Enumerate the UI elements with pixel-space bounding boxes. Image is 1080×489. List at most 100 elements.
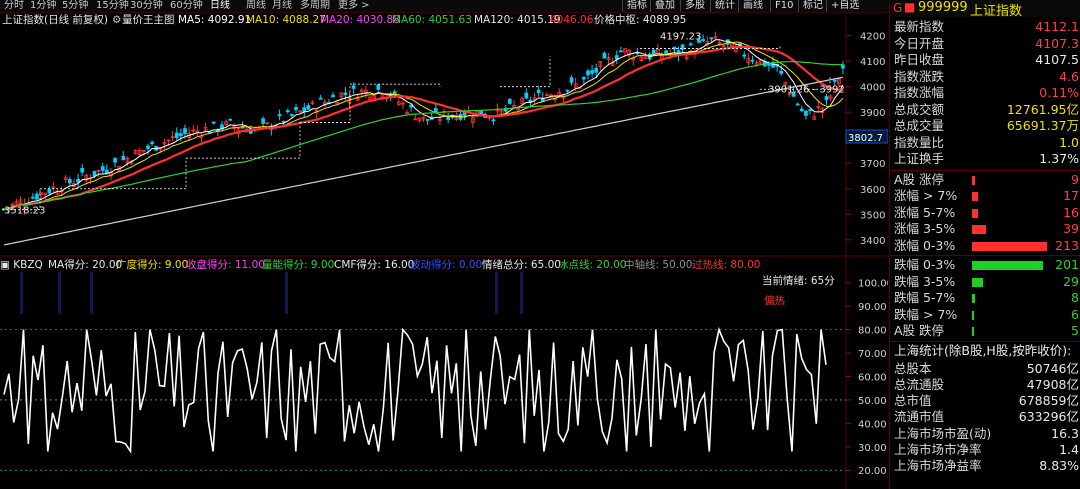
candle-body xyxy=(335,102,339,104)
sub-tick-label: 30.00 xyxy=(858,443,887,454)
market-row-6-value: 8.83% xyxy=(1039,458,1079,474)
up-bar xyxy=(972,225,986,234)
candle-body xyxy=(832,79,837,82)
candle-body xyxy=(824,96,829,101)
stat-row-0: 最新指数 4112.1 xyxy=(894,19,1080,35)
up-row-4-label: 涨幅 0-3% xyxy=(894,237,956,253)
sub-tick-label: 70.00 xyxy=(858,349,887,360)
candle-body xyxy=(508,99,512,104)
candle-body xyxy=(179,133,183,137)
market-row-2-value: 678859亿 xyxy=(1018,393,1079,409)
down-bar xyxy=(972,294,975,303)
sub-item-4: CMF得分: 16.00 xyxy=(334,259,415,271)
down-row-1-label: 跌幅 3-5% xyxy=(894,273,956,289)
market-row-0-label: 总股本 xyxy=(894,360,932,376)
sub-item-0: MA得分: 20.00 xyxy=(48,259,123,271)
stat-row-4-value: 0.11% xyxy=(1039,85,1079,100)
candle-body xyxy=(211,121,216,124)
down-row-4-label: A股 跌停 xyxy=(894,323,945,338)
hot-bar xyxy=(520,272,523,314)
candle-body xyxy=(433,108,438,113)
sub-item-6: 情绪总分: 65.00 xyxy=(482,259,561,271)
up-bar xyxy=(972,175,975,185)
market-row-3-label: 流通市值 xyxy=(894,409,945,425)
candle-body xyxy=(318,97,323,100)
candle-body xyxy=(582,77,586,80)
sub-item-2: 收盘得分: 11.00 xyxy=(186,259,265,271)
candle-body xyxy=(105,169,109,174)
candle-body xyxy=(376,84,381,90)
stat-row-1-label: 今日开盘 xyxy=(894,35,945,51)
down-bar xyxy=(972,327,974,336)
up-row-1-value: 17 xyxy=(1063,188,1079,203)
candle-body xyxy=(779,70,784,74)
ma5-line xyxy=(4,39,844,210)
candle-body xyxy=(750,59,755,62)
up-row-4-value: 213 xyxy=(1055,237,1079,253)
up-row-1-label: 涨幅 > 7% xyxy=(894,188,958,203)
candle-body xyxy=(688,43,693,46)
candle-body xyxy=(146,145,150,149)
sub-item-8: 中轴线: 50.00 xyxy=(624,259,693,271)
candle-body xyxy=(619,50,623,53)
candle-body xyxy=(228,118,233,121)
range-annotation: 3901.26 - 3992 xyxy=(768,85,845,96)
quote-header: G ■ 999999 上证指数 xyxy=(890,0,1080,19)
stat-row-6: 总成交量 65691.37万 xyxy=(894,118,1080,134)
candle-body xyxy=(183,128,187,134)
candle-body xyxy=(290,113,294,116)
market-row-1: 总流通股 47908亿 xyxy=(894,377,1080,393)
sub-item-7: 冰点线: 20.00 xyxy=(558,259,627,271)
market-row-1-label: 总流通股 xyxy=(894,376,945,392)
sub-item-1: 广度得分: 9.00 xyxy=(116,259,189,271)
candle-body xyxy=(294,106,298,111)
hot-bar xyxy=(495,272,498,314)
ma120-line xyxy=(3,76,844,246)
price-tick-label: 3500 xyxy=(860,210,885,221)
candle-body xyxy=(795,103,800,106)
group-icon: G xyxy=(893,1,903,15)
candle-body xyxy=(100,166,105,171)
market-row-4-value: 16.3 xyxy=(1051,425,1079,441)
candle-body xyxy=(799,108,804,112)
market-row-2-label: 总市值 xyxy=(894,393,932,409)
sub-tick-label: 80.00 xyxy=(858,326,887,337)
market-section-title: 上海统计(除B股,H股,按昨收价): xyxy=(894,342,1072,358)
sub-tick-label: 90.00 xyxy=(858,302,887,313)
stat-row-8: 上证换手 1.37% xyxy=(894,151,1080,167)
stat-row-2: 昨日收盘 4107.5 xyxy=(894,52,1080,68)
up-row-3-label: 涨幅 3-5% xyxy=(894,221,956,236)
stat-row-5-value: 12761.95亿 xyxy=(1006,101,1079,117)
down-row-4-value: 5 xyxy=(1071,323,1079,338)
stat-row-2-value: 4107.5 xyxy=(1035,52,1079,67)
candle-body xyxy=(248,130,253,134)
sub-item-3: 量能得分: 9.00 xyxy=(262,259,335,271)
candle-body xyxy=(651,49,656,55)
market-row-1-value: 47908亿 xyxy=(1026,376,1079,392)
current-price-tag-text: 3802.7 xyxy=(848,133,883,144)
candle-body xyxy=(804,110,808,116)
candles xyxy=(2,31,845,216)
divider xyxy=(890,340,1080,342)
stat-row-4: 指数涨幅 0.11% xyxy=(894,85,1080,101)
candle-body xyxy=(491,119,496,122)
hot-bar xyxy=(20,272,23,314)
stat-row-7: 指数量比 1.0 xyxy=(894,135,1080,151)
stock-code: 999999 xyxy=(918,0,968,15)
candle-body xyxy=(35,193,39,200)
candle-body xyxy=(113,158,117,163)
divider xyxy=(890,255,1080,256)
candle-body xyxy=(121,155,126,161)
down-row-2-value: 8 xyxy=(1071,290,1079,305)
price-tick-label: 3700 xyxy=(860,159,885,170)
candle-body xyxy=(536,89,541,94)
sub-indicator-name[interactable]: ▣ KBZQ xyxy=(0,258,43,272)
up-row-4: 涨幅 0-3% 213 xyxy=(894,238,1080,254)
down-row-2: 跌幅 5-7% 8 xyxy=(894,290,1080,306)
candle-body xyxy=(425,118,430,121)
up-row-3-value: 39 xyxy=(1063,221,1079,236)
candle-body xyxy=(590,70,594,74)
kline-chart[interactable]: 4200410040003900380037003600350034003802… xyxy=(0,0,888,489)
candle-body xyxy=(92,170,97,177)
stat-row-8-label: 上证换手 xyxy=(894,151,945,166)
